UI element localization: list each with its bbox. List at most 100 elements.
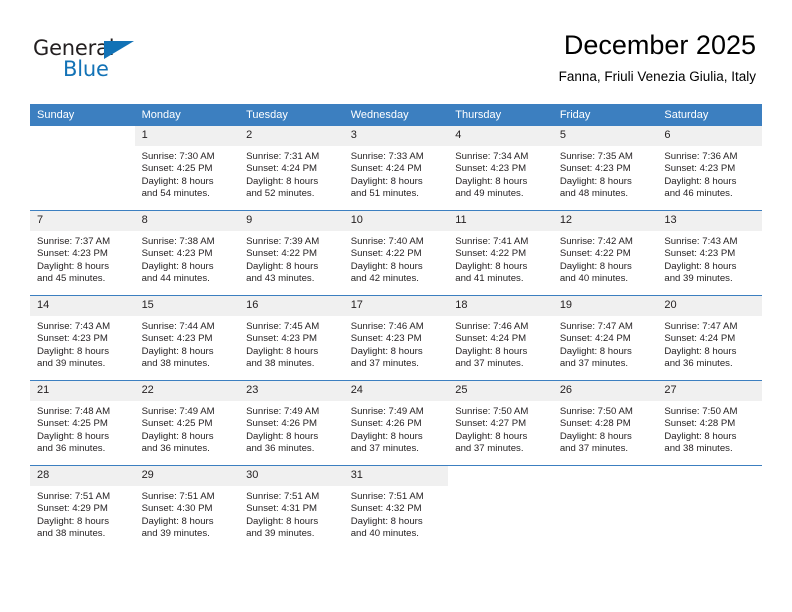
day-info-sunrise: Sunrise: 7:49 AM xyxy=(350,406,424,417)
calendar-day-cell[interactable]: 14 Sunrise: 7:43 AM Sunset: 4:23 PM Dayligh… xyxy=(30,295,135,381)
day-number: 15 xyxy=(134,296,240,316)
day-cell-content: 8 Sunrise: 7:38 AM Sunset: 4:23 PM Daylight… xyxy=(134,211,240,295)
calendar-day-cell[interactable]: 12 Sunrise: 7:42 AM Sunset: 4:22 PM Dayligh… xyxy=(552,210,658,296)
calendar-day-cell[interactable]: 29 Sunrise: 7:51 AM Sunset: 4:30 PM Dayligh… xyxy=(134,465,240,550)
day-info-sunrise: Sunrise: 7:47 AM xyxy=(664,321,738,332)
day-info-daylight1: Daylight: 8 hours xyxy=(455,260,528,272)
day-info-daylight2: and 44 minutes. xyxy=(141,273,210,285)
calendar-day-cell[interactable]: 16 Sunrise: 7:45 AM Sunset: 4:23 PM Dayligh… xyxy=(239,295,344,381)
day-sun-info: Sunrise: 7:46 AM Sunset: 4:23 PM Daylight:… xyxy=(344,316,449,371)
day-info-daylight2: and 40 minutes. xyxy=(559,273,629,285)
calendar-day-cell[interactable]: 25 Sunrise: 7:50 AM Sunset: 4:27 PM Dayligh… xyxy=(448,380,553,466)
calendar-day-cell[interactable]: 21 Sunrise: 7:48 AM Sunset: 4:25 PM Dayligh… xyxy=(30,380,135,466)
day-info-sunrise: Sunrise: 7:49 AM xyxy=(141,406,215,417)
calendar-day-cell[interactable]: 3 Sunrise: 7:33 AM Sunset: 4:24 PM Daylight… xyxy=(343,126,449,211)
calendar-day-cell[interactable]: 31 Sunrise: 7:51 AM Sunset: 4:32 PM Dayligh… xyxy=(343,465,449,550)
calendar-day-cell[interactable]: 19 Sunrise: 7:47 AM Sunset: 4:24 PM Dayligh… xyxy=(552,295,658,381)
day-info-daylight2: and 45 minutes. xyxy=(37,273,106,285)
day-cell-content: 12 Sunrise: 7:42 AM Sunset: 4:22 PM Dayligh… xyxy=(552,211,658,295)
day-info-daylight1: Daylight: 8 hours xyxy=(37,430,109,442)
day-number: 14 xyxy=(30,296,135,316)
day-info-daylight2: and 39 minutes. xyxy=(664,273,733,285)
day-info-daylight2: and 37 minutes. xyxy=(455,443,524,455)
day-sun-info: Sunrise: 7:44 AM Sunset: 4:23 PM Daylight:… xyxy=(135,316,240,371)
day-sun-info: Sunrise: 7:35 AM Sunset: 4:23 PM Daylight:… xyxy=(553,146,658,201)
day-number: 20 xyxy=(657,296,762,316)
day-info-sunrise: Sunrise: 7:40 AM xyxy=(350,236,424,247)
day-number: 3 xyxy=(343,126,449,146)
calendar-day-cell[interactable]: 4 Sunrise: 7:34 AM Sunset: 4:23 PM Daylight… xyxy=(448,126,553,211)
calendar-day-cell[interactable]: 30 Sunrise: 7:51 AM Sunset: 4:31 PM Dayligh… xyxy=(239,465,344,550)
day-number: 6 xyxy=(657,126,762,146)
day-info-sunrise: Sunrise: 7:51 AM xyxy=(141,491,215,502)
day-cell-content: 17 Sunrise: 7:46 AM Sunset: 4:23 PM Dayligh… xyxy=(343,296,449,380)
day-cell-content: 30 Sunrise: 7:51 AM Sunset: 4:31 PM Dayligh… xyxy=(239,466,344,550)
day-info-sunrise: Sunrise: 7:35 AM xyxy=(559,151,633,162)
calendar-day-cell[interactable]: 15 Sunrise: 7:44 AM Sunset: 4:23 PM Dayligh… xyxy=(134,295,240,381)
day-sun-info: Sunrise: 7:40 AM Sunset: 4:22 PM Daylight:… xyxy=(344,231,449,286)
weekday-header-saturday: Saturday xyxy=(657,104,762,126)
calendar-day-cell[interactable]: 28 Sunrise: 7:51 AM Sunset: 4:29 PM Dayligh… xyxy=(30,465,135,550)
day-info-sunrise: Sunrise: 7:51 AM xyxy=(37,491,111,502)
day-info-sunrise: Sunrise: 7:46 AM xyxy=(350,321,424,332)
day-cell-content xyxy=(30,126,135,210)
page-header: General Blue December 2025 Fanna, Friuli… xyxy=(0,0,792,100)
day-info-sunset: Sunset: 4:23 PM xyxy=(664,163,736,175)
day-info-sunrise: Sunrise: 7:51 AM xyxy=(246,491,320,502)
calendar-day-cell[interactable] xyxy=(657,465,762,550)
day-cell-content xyxy=(552,466,658,550)
calendar-day-cell[interactable]: 1 Sunrise: 7:30 AM Sunset: 4:25 PM Daylight… xyxy=(134,126,240,211)
calendar-day-cell[interactable]: 10 Sunrise: 7:40 AM Sunset: 4:22 PM Dayligh… xyxy=(343,210,449,296)
day-sun-info: Sunrise: 7:50 AM Sunset: 4:27 PM Daylight:… xyxy=(448,401,553,456)
day-info-sunset: Sunset: 4:22 PM xyxy=(559,248,631,260)
calendar-day-cell[interactable] xyxy=(30,126,135,211)
calendar-day-cell[interactable]: 11 Sunrise: 7:41 AM Sunset: 4:22 PM Dayligh… xyxy=(448,210,553,296)
day-cell-content: 1 Sunrise: 7:30 AM Sunset: 4:25 PM Daylight… xyxy=(134,126,240,210)
calendar-day-cell[interactable]: 7 Sunrise: 7:37 AM Sunset: 4:23 PM Daylight… xyxy=(30,210,135,296)
calendar-day-cell[interactable] xyxy=(448,465,553,550)
day-cell-content: 13 Sunrise: 7:43 AM Sunset: 4:23 PM Dayligh… xyxy=(657,211,762,295)
day-info-daylight1: Daylight: 8 hours xyxy=(350,430,423,442)
day-info-daylight1: Daylight: 8 hours xyxy=(246,430,319,442)
day-info-sunset: Sunset: 4:30 PM xyxy=(141,503,213,515)
day-cell-content: 5 Sunrise: 7:35 AM Sunset: 4:23 PM Daylight… xyxy=(552,126,658,210)
calendar-day-cell[interactable]: 5 Sunrise: 7:35 AM Sunset: 4:23 PM Daylight… xyxy=(552,126,658,211)
calendar-day-cell[interactable]: 26 Sunrise: 7:50 AM Sunset: 4:28 PM Dayligh… xyxy=(552,380,658,466)
day-info-sunset: Sunset: 4:28 PM xyxy=(559,418,631,430)
day-number: 30 xyxy=(239,466,344,486)
day-info-daylight2: and 38 minutes. xyxy=(664,443,733,455)
day-info-sunrise: Sunrise: 7:44 AM xyxy=(141,321,215,332)
day-info-daylight1: Daylight: 8 hours xyxy=(350,175,423,187)
calendar-day-cell[interactable]: 8 Sunrise: 7:38 AM Sunset: 4:23 PM Daylight… xyxy=(134,210,240,296)
day-cell-content: 3 Sunrise: 7:33 AM Sunset: 4:24 PM Daylight… xyxy=(343,126,449,210)
day-number: 13 xyxy=(657,211,762,231)
calendar-day-cell[interactable] xyxy=(552,465,658,550)
day-info-daylight2: and 37 minutes. xyxy=(559,358,629,370)
calendar-day-cell[interactable]: 17 Sunrise: 7:46 AM Sunset: 4:23 PM Dayligh… xyxy=(343,295,449,381)
day-info-daylight1: Daylight: 8 hours xyxy=(455,345,528,357)
calendar-day-cell[interactable]: 2 Sunrise: 7:31 AM Sunset: 4:24 PM Daylight… xyxy=(239,126,344,211)
calendar-day-cell[interactable]: 23 Sunrise: 7:49 AM Sunset: 4:26 PM Dayligh… xyxy=(239,380,344,466)
day-info-sunset: Sunset: 4:24 PM xyxy=(246,163,318,175)
title-block: December 2025 Fanna, Friuli Venezia Giul… xyxy=(559,28,756,85)
day-number: 25 xyxy=(448,381,553,401)
day-number: 27 xyxy=(657,381,762,401)
calendar-day-cell[interactable]: 18 Sunrise: 7:46 AM Sunset: 4:24 PM Dayligh… xyxy=(448,295,553,381)
calendar-day-cell[interactable]: 9 Sunrise: 7:39 AM Sunset: 4:22 PM Daylight… xyxy=(239,210,344,296)
day-cell-content xyxy=(448,466,553,550)
calendar-day-cell[interactable]: 27 Sunrise: 7:50 AM Sunset: 4:28 PM Dayligh… xyxy=(657,380,762,466)
day-cell-content: 2 Sunrise: 7:31 AM Sunset: 4:24 PM Daylight… xyxy=(239,126,344,210)
calendar-day-cell[interactable]: 6 Sunrise: 7:36 AM Sunset: 4:23 PM Daylight… xyxy=(657,126,762,211)
day-info-sunset: Sunset: 4:29 PM xyxy=(37,503,108,515)
day-cell-content: 15 Sunrise: 7:44 AM Sunset: 4:23 PM Dayligh… xyxy=(134,296,240,380)
day-info-daylight2: and 54 minutes. xyxy=(141,188,210,200)
day-cell-content: 22 Sunrise: 7:49 AM Sunset: 4:25 PM Dayligh… xyxy=(134,381,240,465)
calendar-day-cell[interactable]: 13 Sunrise: 7:43 AM Sunset: 4:23 PM Dayligh… xyxy=(657,210,762,296)
calendar-day-cell[interactable]: 24 Sunrise: 7:49 AM Sunset: 4:26 PM Dayligh… xyxy=(343,380,449,466)
day-cell-content xyxy=(657,466,762,550)
day-info-daylight2: and 37 minutes. xyxy=(559,443,629,455)
calendar-day-cell[interactable]: 22 Sunrise: 7:49 AM Sunset: 4:25 PM Dayligh… xyxy=(134,380,240,466)
day-number: 2 xyxy=(239,126,344,146)
day-cell-content: 27 Sunrise: 7:50 AM Sunset: 4:28 PM Dayligh… xyxy=(657,381,762,465)
calendar-day-cell[interactable]: 20 Sunrise: 7:47 AM Sunset: 4:24 PM Dayligh… xyxy=(657,295,762,381)
